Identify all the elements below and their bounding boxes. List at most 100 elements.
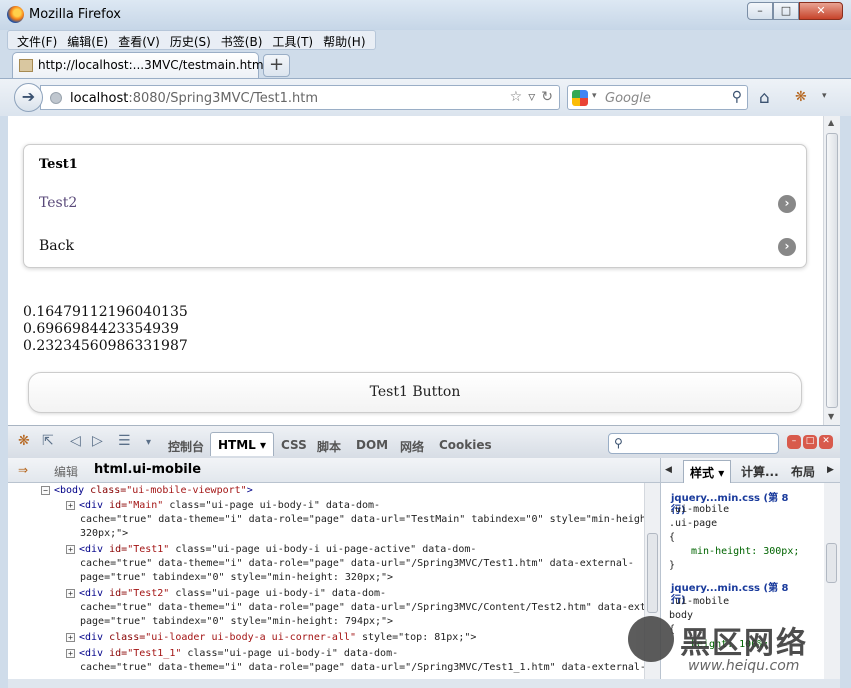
scroll-up-icon[interactable]: ▲ [828, 118, 834, 127]
firebug-toolbar: ❋ ⇱ ◁ ▷ ☰ ▾ 控制台 HTML ▾ CSS 脚本 DOM 网络 Coo… [8, 425, 840, 458]
expand-icon[interactable]: + [66, 633, 75, 642]
css-selector: .ui-mobile [669, 504, 730, 515]
firebug-subbar: ⇒ 编辑 html.ui-mobile [8, 458, 660, 483]
tab-dom[interactable]: DOM [356, 438, 388, 452]
tree-node-test1-1[interactable]: + <div id="Test1_1" class="ui-page ui-bod… [66, 647, 398, 660]
menu-file[interactable]: 文件(F) [12, 31, 62, 49]
side-panel-tabs: ◀ 样式 ▾ 计算... 布局 ▶ [660, 458, 840, 484]
tab-title: http://localhost:...3MVC/testmain.htm [38, 58, 264, 72]
tree-node-test2[interactable]: + <div id="Test2" class="ui-page ui-body-… [66, 587, 386, 600]
tab-computed[interactable]: 计算... [741, 463, 779, 480]
url-bar[interactable]: localhost:8080/Spring3MVC/Test1.htm ☆ ▿ … [40, 85, 560, 110]
edit-button[interactable]: 编辑 [54, 463, 78, 480]
number-line: 0.16479112196040135 [23, 304, 188, 320]
tab-html[interactable]: HTML ▾ [210, 432, 275, 456]
tab-layout[interactable]: 布局 [791, 463, 815, 480]
css-selector: .ui-mobile [669, 596, 730, 607]
navigation-bar: localhost:8080/Spring3MVC/Test1.htm ☆ ▿ … [0, 78, 851, 116]
tab-cookies[interactable]: Cookies [439, 438, 492, 452]
scrollbar-thumb[interactable] [826, 133, 838, 408]
tab-console[interactable]: 控制台 [168, 438, 204, 455]
expand-icon[interactable]: + [66, 501, 75, 510]
expand-icon[interactable]: + [66, 545, 75, 554]
watermark-text: 黑区网络 [680, 626, 808, 661]
scrollbar-thumb[interactable] [826, 543, 837, 583]
window-controls: – □ ✕ [747, 2, 843, 20]
tree-node-text: 320px;"> [80, 528, 129, 539]
inspect-icon[interactable]: ⇱ [42, 433, 54, 449]
forward-arrow-icon[interactable]: ▷ [92, 433, 103, 449]
menu-tools[interactable]: 工具(T) [267, 31, 318, 49]
history-dropdown-icon[interactable]: ▿ [528, 89, 535, 105]
list-item-test2[interactable]: Test2 [39, 195, 77, 211]
search-bar[interactable]: ▾ Google ⚲ [567, 85, 748, 110]
menu-history[interactable]: 历史(S) [165, 31, 216, 49]
arrow-right-icon[interactable]: › [778, 238, 796, 256]
firefox-logo-icon [7, 6, 24, 23]
minimize-button[interactable]: – [747, 2, 773, 20]
menu-edit[interactable]: 编辑(E) [62, 31, 113, 49]
globe-icon [50, 92, 62, 104]
tab-network[interactable]: 网络 [400, 438, 424, 455]
expand-icon[interactable]: + [66, 589, 75, 598]
tab-css[interactable]: CSS [281, 438, 307, 452]
search-icon: ⚲ [614, 436, 623, 450]
firebug-detach-icon[interactable]: □ [803, 435, 817, 449]
browser-tab[interactable]: http://localhost:...3MVC/testmain.htm [12, 52, 264, 78]
google-logo-icon[interactable] [572, 90, 588, 106]
firebug-dropdown-icon[interactable]: ▾ [822, 91, 827, 101]
menu-help[interactable]: 帮助(H) [318, 31, 370, 49]
random-numbers: 0.16479112196040135 0.6966984423354939 0… [23, 304, 188, 355]
menu-view[interactable]: 查看(V) [113, 31, 165, 49]
page-viewport: Test1 Test2 › Back › 0.16479112196040135… [8, 116, 823, 425]
expand-icon[interactable]: + [66, 649, 75, 658]
tab-script[interactable]: 脚本 [317, 438, 341, 455]
css-property[interactable]: min-height: 300px; [691, 545, 799, 558]
maximize-button[interactable]: □ [773, 2, 799, 20]
tree-node-body[interactable]: − <body class="ui-mobile-viewport"> [41, 484, 253, 497]
menu-bar: 文件(F) 编辑(E) 查看(V) 历史(S) 书签(B) 工具(T) 帮助(H… [7, 30, 376, 50]
close-button[interactable]: ✕ [799, 2, 843, 20]
breadcrumb-nav-icon[interactable]: ⇒ [18, 463, 28, 477]
list-item-back[interactable]: Back [39, 238, 74, 254]
arrow-right-icon[interactable]: › [778, 195, 796, 213]
menu-bookmarks[interactable]: 书签(B) [216, 31, 268, 49]
page-scrollbar[interactable]: ▲ ▼ [823, 116, 840, 425]
tabs-scroll-right-icon[interactable]: ▶ [827, 465, 834, 475]
tree-node-test1[interactable]: + <div id="Test1" class="ui-page ui-body-… [66, 543, 476, 556]
test1-button[interactable]: Test1 Button [28, 372, 802, 413]
list-menu-icon[interactable]: ☰ [118, 433, 131, 449]
firebug-bug-icon[interactable]: ❋ [18, 433, 30, 449]
dropdown-icon[interactable]: ▾ [146, 437, 151, 448]
firebug-minimize-icon[interactable]: – [787, 435, 801, 449]
firebug-search-input[interactable]: ⚲ [608, 433, 779, 454]
style-source-link[interactable]: jquery...min.css (第 8 [671, 582, 789, 595]
new-tab-button[interactable]: + [263, 54, 290, 77]
home-icon[interactable]: ⌂ [759, 88, 770, 108]
tree-node-text: page="true" tabindex="0" style="min-heig… [80, 616, 394, 627]
tree-node-text: cache="true" data-theme="i" data-role="p… [80, 514, 644, 525]
search-engine-dropdown-icon[interactable]: ▾ [592, 91, 597, 101]
scroll-down-icon[interactable]: ▼ [828, 412, 834, 421]
bookmark-star-icon[interactable]: ☆ [510, 89, 523, 105]
css-brace: } [669, 560, 676, 571]
back-arrow-icon[interactable]: ◁ [70, 433, 81, 449]
firebug-icon[interactable]: ❋ [795, 89, 807, 105]
breadcrumb[interactable]: html.ui-mobile [94, 462, 201, 477]
tree-node-loader[interactable]: + <div class="ui-loader ui-body-a ui-corn… [66, 631, 476, 644]
collapse-icon[interactable]: − [41, 486, 50, 495]
scrollbar-thumb[interactable] [647, 533, 658, 613]
search-icon[interactable]: ⚲ [732, 89, 742, 105]
back-button[interactable]: ➔ [14, 83, 43, 112]
url-text[interactable]: localhost:8080/Spring3MVC/Test1.htm [70, 91, 318, 106]
tab-style[interactable]: 样式 ▾ [683, 460, 732, 484]
listview: Test1 Test2 › Back › [23, 144, 807, 268]
tree-node-text: cache="true" data-theme="i" data-role="p… [80, 558, 634, 569]
reload-icon[interactable]: ↻ [541, 89, 553, 105]
tree-node-main[interactable]: + <div id="Main" class="ui-page ui-body-i… [66, 499, 380, 512]
tabs-scroll-left-icon[interactable]: ◀ [665, 465, 672, 475]
search-input[interactable]: Google [605, 91, 651, 106]
tree-node-text: cache="true" data-theme="i" data-role="p… [80, 662, 644, 673]
number-line: 0.6966984423354939 [23, 321, 179, 337]
firebug-close-icon[interactable]: ✕ [819, 435, 833, 449]
